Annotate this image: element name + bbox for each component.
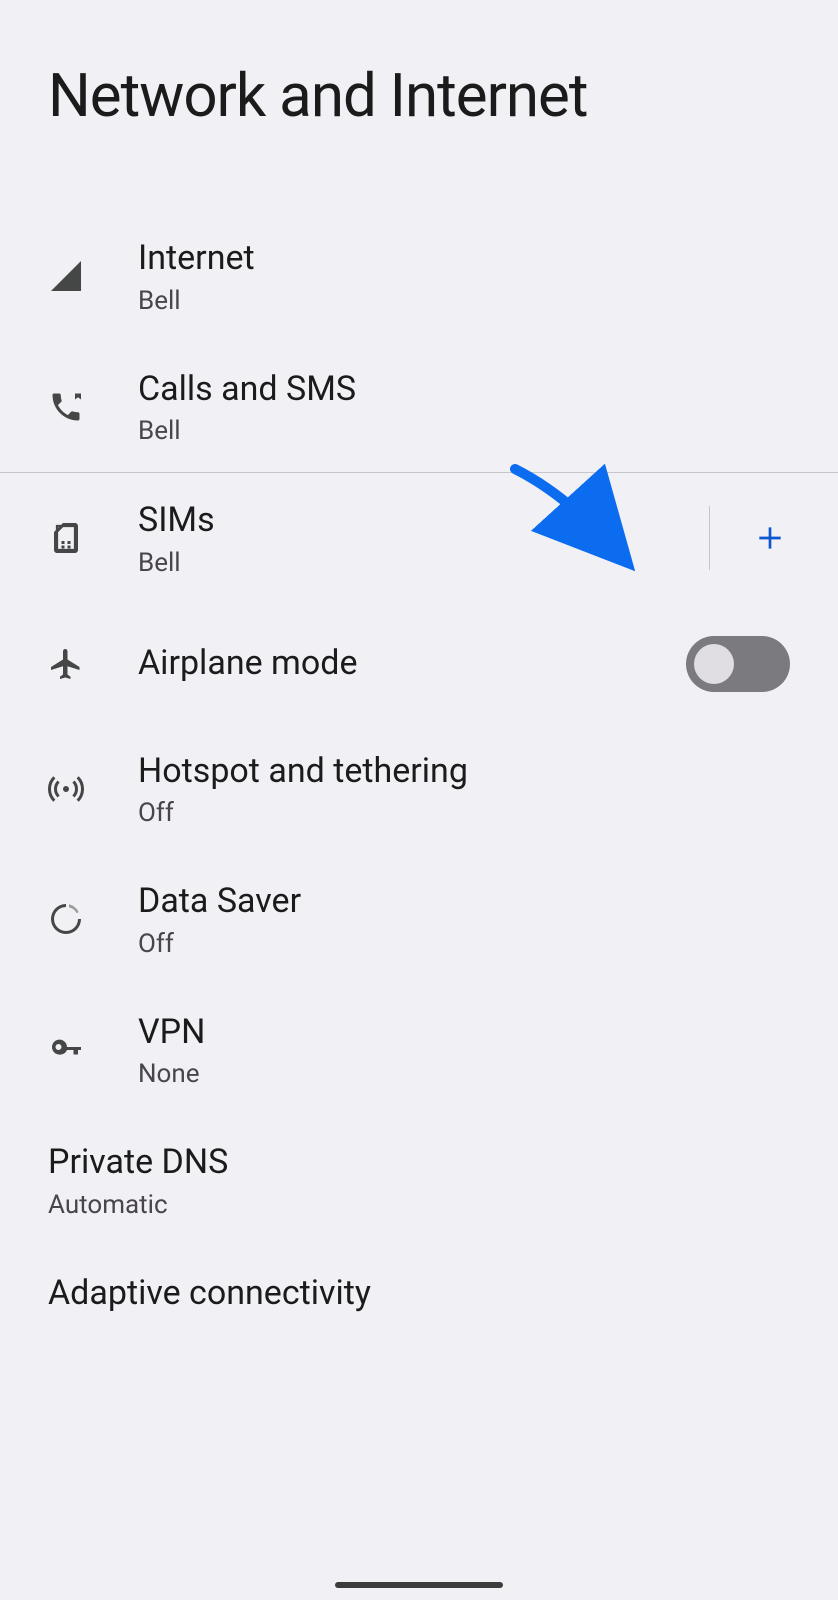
row-subtitle: None	[138, 1059, 790, 1089]
row-title: Airplane mode	[138, 642, 686, 685]
row-title: Hotspot and tethering	[138, 750, 790, 793]
add-sim-button[interactable]	[750, 518, 790, 558]
row-title: VPN	[138, 1011, 790, 1054]
airplane-icon	[48, 646, 138, 682]
signal-cellular-icon	[48, 258, 138, 294]
phone-message-icon	[48, 389, 138, 425]
data-saver-icon	[48, 901, 138, 937]
row-title: Internet	[138, 237, 790, 280]
row-subtitle: Bell	[138, 416, 790, 446]
row-vpn[interactable]: VPN None	[0, 985, 838, 1116]
row-subtitle: Automatic	[48, 1190, 790, 1220]
settings-list: Internet Bell Calls and SMS Bell SIMs Be…	[0, 211, 838, 1316]
row-calls-sms[interactable]: Calls and SMS Bell	[0, 342, 838, 473]
row-sims[interactable]: SIMs Bell	[0, 473, 838, 604]
toggle-thumb	[694, 644, 734, 684]
sim-card-icon	[48, 520, 138, 556]
row-title: Private DNS	[48, 1141, 790, 1184]
row-subtitle: Off	[138, 929, 790, 959]
row-data-saver[interactable]: Data Saver Off	[0, 854, 838, 985]
hotspot-icon	[48, 771, 138, 807]
airplane-mode-toggle[interactable]	[686, 636, 790, 692]
row-subtitle: Off	[138, 798, 790, 828]
vertical-divider	[709, 506, 710, 570]
page-title: Network and Internet	[0, 0, 838, 211]
row-private-dns[interactable]: Private DNS Automatic	[0, 1115, 838, 1246]
row-airplane-mode[interactable]: Airplane mode	[0, 604, 838, 724]
row-subtitle: Bell	[138, 548, 709, 578]
row-title: Data Saver	[138, 880, 790, 923]
row-title: Calls and SMS	[138, 368, 790, 411]
navigation-gesture-bar	[335, 1582, 503, 1588]
row-adaptive-connectivity[interactable]: Adaptive connectivity	[0, 1246, 838, 1316]
plus-icon	[754, 522, 786, 554]
row-subtitle: Bell	[138, 286, 790, 316]
vpn-key-icon	[48, 1032, 138, 1068]
row-title: SIMs	[138, 499, 709, 542]
row-internet[interactable]: Internet Bell	[0, 211, 838, 342]
row-hotspot[interactable]: Hotspot and tethering Off	[0, 724, 838, 855]
row-title: Adaptive connectivity	[48, 1272, 790, 1315]
